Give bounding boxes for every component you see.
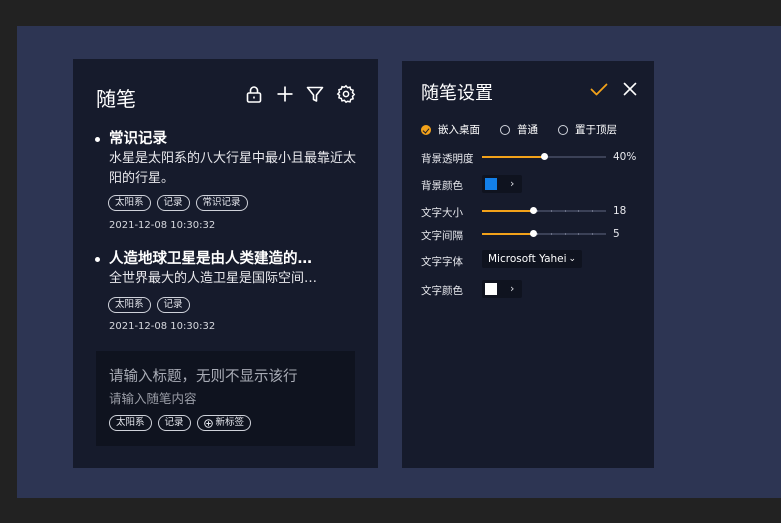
slider-tick <box>592 233 594 235</box>
slider-tick <box>564 210 566 212</box>
color-swatch <box>485 283 497 295</box>
radio-normal[interactable]: 普通 <box>500 122 538 137</box>
chevron-right-icon: › <box>510 177 515 190</box>
letter-spacing-slider[interactable] <box>482 228 606 240</box>
font-family-label: 文字字体 <box>421 256 463 268</box>
color-swatch <box>485 178 497 190</box>
radio-unchecked-icon <box>558 124 568 135</box>
list-item[interactable]: 常识记录 水星是太阳系的八大行星中最小且最靠近太阳的行星。 太阳系 记录 常识记… <box>95 127 357 237</box>
font-size-slider[interactable] <box>482 205 606 217</box>
letter-spacing-label: 文字间隔 <box>421 230 463 242</box>
slider-tick <box>578 210 580 212</box>
bg-color-picker[interactable]: › <box>482 175 522 193</box>
text-color-picker[interactable]: › <box>482 280 522 298</box>
note-title: 人造地球卫星是由人类建造的… <box>109 251 312 267</box>
radio-checked-icon <box>421 124 431 135</box>
radio-embed-desktop[interactable]: 嵌入桌面 <box>421 122 480 137</box>
slider-thumb[interactable] <box>541 153 548 160</box>
bg-opacity-label: 背景透明度 <box>421 153 474 165</box>
chevron-right-icon: › <box>510 282 515 295</box>
slider-thumb[interactable] <box>529 230 537 237</box>
note-body: 全世界最大的人造卫星是国际空间… <box>109 271 318 286</box>
new-tag-label: 新标签 <box>215 417 245 428</box>
tag-chip[interactable]: 太阳系 <box>108 195 151 211</box>
slider-tick <box>592 210 594 212</box>
mode-radio-group: 嵌入桌面 普通 置于顶层 <box>421 122 637 137</box>
note-body: 水星是太阳系的八大行星中最小且最靠近太阳的行星。 <box>109 151 357 186</box>
notes-panel: 随笔 常识记录 水星是太阳系的八大行星中最小且最靠近太阳的行星。 太阳系 记录 … <box>73 59 378 468</box>
note-date: 2021-12-08 10:30:32 <box>109 220 216 231</box>
font-size-value: 18 <box>613 205 627 217</box>
chevron-down-icon: ⌄ <box>568 254 576 264</box>
slider-tick <box>578 233 580 235</box>
radio-label: 置于顶层 <box>575 124 617 136</box>
tag-chip[interactable]: 记录 <box>157 415 191 431</box>
font-family-select[interactable]: Microsoft Yahei ⌄ <box>482 250 582 268</box>
slider-tick <box>537 233 539 235</box>
bullet <box>95 257 100 262</box>
tag-chip[interactable]: 记录 <box>156 297 190 313</box>
settings-panel: 随笔设置 嵌入桌面 普通 置于顶层 背景透明度 40% 背景颜色 › 文字大小 <box>402 61 654 468</box>
bg-opacity-slider[interactable] <box>482 151 606 163</box>
check-icon[interactable] <box>589 79 609 99</box>
slider-tick <box>537 210 539 212</box>
font-size-label: 文字大小 <box>421 207 463 219</box>
slider-thumb[interactable] <box>529 207 537 214</box>
note-tags: 太阳系 记录 常识记录 <box>108 195 248 211</box>
radio-always-on-top[interactable]: 置于顶层 <box>558 122 617 137</box>
slider-tick <box>564 233 566 235</box>
tag-chip[interactable]: 太阳系 <box>109 415 152 431</box>
radio-unchecked-icon <box>500 124 510 135</box>
tag-chip[interactable]: 记录 <box>156 195 190 211</box>
bg-color-label: 背景颜色 <box>421 180 463 192</box>
settings-panel-title: 随笔设置 <box>421 83 493 104</box>
bg-opacity-value: 40% <box>613 151 637 163</box>
radio-label: 普通 <box>517 124 538 136</box>
notes-panel-title: 随笔 <box>96 87 136 111</box>
composer-tags: 太阳系 记录 新标签 <box>109 415 252 431</box>
slider-fill <box>482 233 533 235</box>
slider-tick <box>550 233 552 235</box>
text-color-label: 文字颜色 <box>421 285 463 297</box>
font-family-value: Microsoft Yahei <box>488 253 567 265</box>
title-input-placeholder[interactable]: 请输入标题，无则不显示该行 <box>109 365 298 386</box>
radio-label: 嵌入桌面 <box>438 124 480 136</box>
filter-icon[interactable] <box>305 84 325 104</box>
gear-icon[interactable] <box>336 84 356 104</box>
bullet <box>95 137 100 142</box>
letter-spacing-value: 5 <box>613 228 620 240</box>
slider-tick <box>550 210 552 212</box>
note-title: 常识记录 <box>109 131 167 147</box>
slider-fill <box>482 156 544 158</box>
note-tags: 太阳系 记录 <box>108 297 190 313</box>
body-input-placeholder[interactable]: 请输入随笔内容 <box>109 388 197 407</box>
list-item[interactable]: 人造地球卫星是由人类建造的… 全世界最大的人造卫星是国际空间… 太阳系 记录 2… <box>95 247 357 337</box>
slider-fill <box>482 210 533 212</box>
lock-icon[interactable] <box>244 84 264 104</box>
note-date: 2021-12-08 10:30:32 <box>109 321 216 332</box>
tag-chip[interactable]: 太阳系 <box>108 297 151 313</box>
note-composer[interactable]: 请输入标题，无则不显示该行 请输入随笔内容 太阳系 记录 新标签 <box>96 351 355 446</box>
plus-circle-icon <box>203 418 213 428</box>
tag-chip[interactable]: 常识记录 <box>195 195 248 211</box>
close-icon[interactable] <box>620 79 640 99</box>
plus-icon[interactable] <box>275 84 295 104</box>
new-tag-button[interactable]: 新标签 <box>196 415 252 431</box>
